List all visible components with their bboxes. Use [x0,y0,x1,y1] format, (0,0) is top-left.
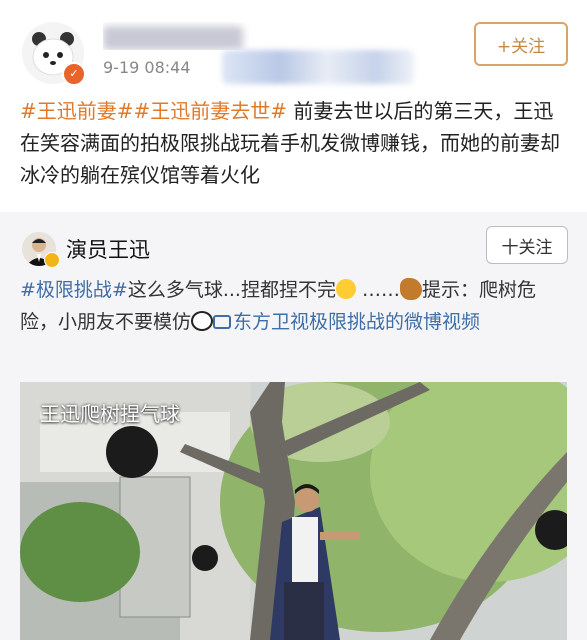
repost-text: #极限挑战#这么多气球...捏都捏不完 …… 提示：爬树危险，小朋友不要模仿 东方卫… [20,274,570,338]
panda-emoji-icon [191,311,214,331]
repost-author-name[interactable]: 演员王迅 [66,234,150,264]
video-link-icon [213,315,232,329]
hashtag-link[interactable]: #王迅前妻去世# [134,99,288,123]
reposted-card: 演员王迅 十关注 #极限挑战#这么多气球...捏都捏不完 …… 提示：爬树危险，小… [0,212,587,640]
weibo-post: ✓ 9-19 08:44 +关注 #王迅前妻##王迅前妻去世# 前妻去世以后的第… [0,0,587,640]
blurred-source [222,50,414,84]
hashtag-link[interactable]: #极限挑战# [20,279,128,301]
laughing-emoji-icon [335,279,356,299]
video-player[interactable]: 王迅爬树捏气球 [20,382,567,640]
post-timestamp: 9-19 08:44 [103,58,191,77]
follow-button[interactable]: +关注 [474,22,568,66]
repost-follow-button[interactable]: 十关注 [486,226,568,264]
post-text: #王迅前妻##王迅前妻去世# 前妻去世以后的第三天，王迅在笑容满面的拍极限挑战玩… [20,95,570,191]
username-blurred[interactable] [103,22,263,50]
repost-text-part: 这么多气球...捏都捏不完 [127,279,336,301]
squirrel-emoji-icon [400,278,423,300]
video-caption: 王迅爬树捏气球 [40,402,180,426]
repost-text-part: …… [355,279,401,301]
video-link[interactable]: 东方卫视极限挑战的微博视频 [233,311,480,333]
hashtag-link[interactable]: #王迅前妻# [20,99,134,123]
verified-badge-icon [44,252,60,268]
verified-badge-icon: ✓ [62,62,86,86]
